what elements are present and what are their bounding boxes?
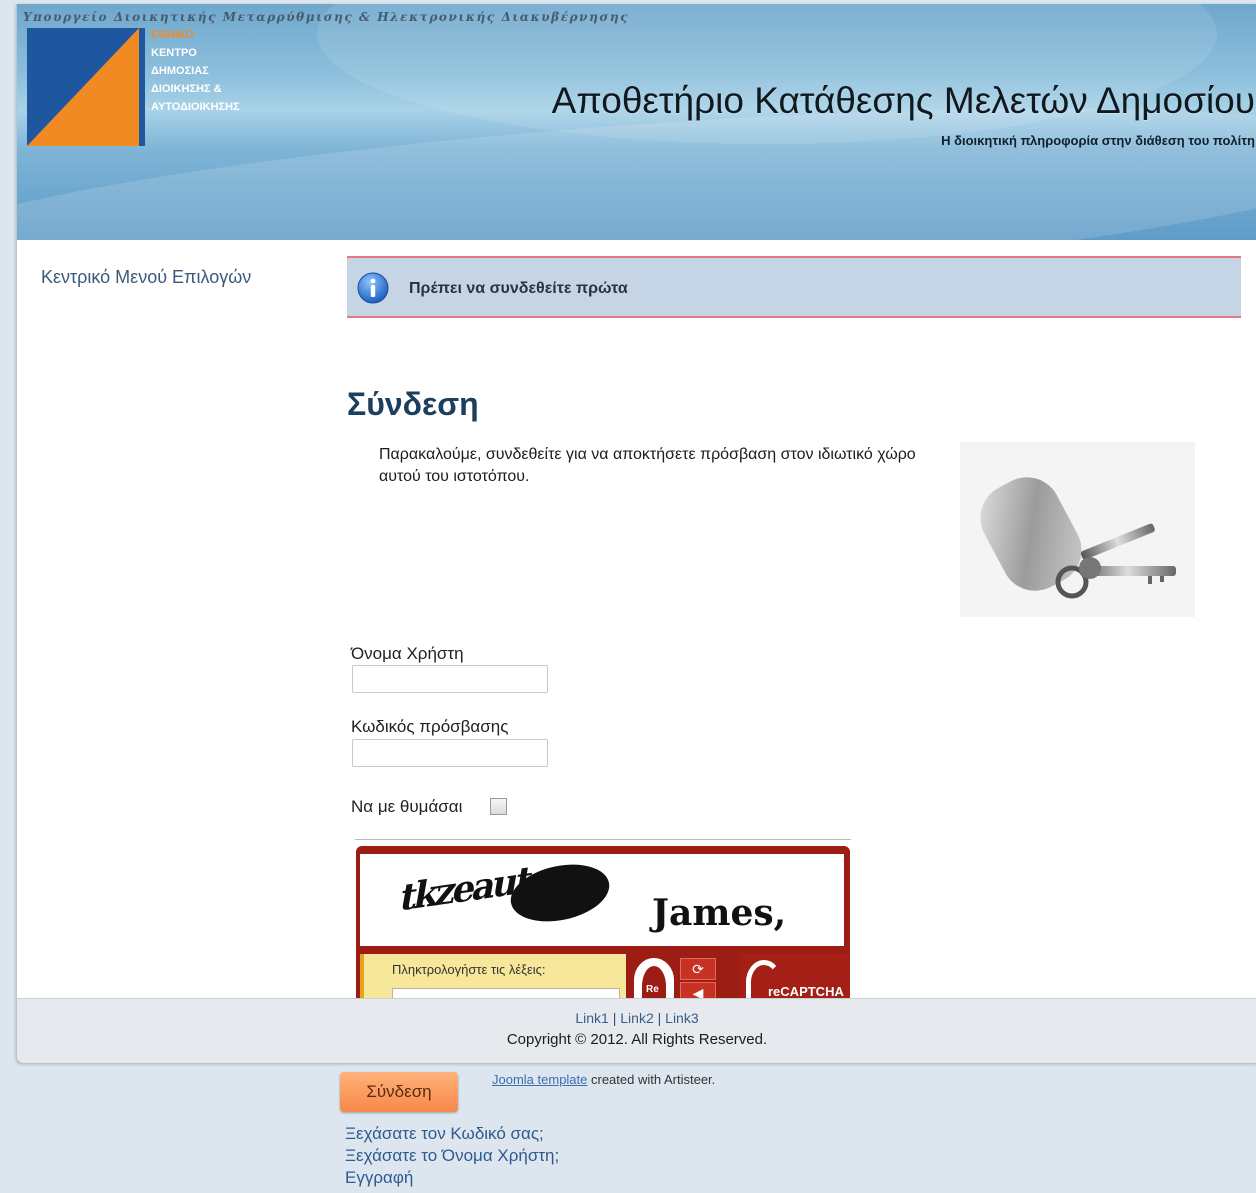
joomla-template-link[interactable]: Joomla template [492, 1072, 587, 1087]
site-slogan: Η διοικητική πληροφορία στην διάθεση του… [941, 133, 1255, 148]
footer-links: Link1 | Link2 | Link3 [17, 1010, 1256, 1026]
register-link[interactable]: Εγγραφή [345, 1168, 413, 1188]
ekdd-logo-icon[interactable] [27, 28, 145, 146]
logo-line: ΑΥΤΟΔΙΟΙΚΗΣΗΣ [151, 101, 240, 113]
message-text: Πρέπει να συνδεθείτε πρώτα [409, 280, 628, 297]
footer-link-3[interactable]: Link3 [665, 1010, 698, 1026]
logo-line: ΕΘΝΙΚΟ [151, 29, 194, 41]
remember-me-label: Να με θυμάσαι [351, 797, 463, 816]
captcha-prompt: Πληκτρολογήστε τις λέξεις: [392, 962, 546, 977]
footer-divider: | [612, 1010, 617, 1026]
password-label: Κωδικός πρόσβασης [351, 717, 509, 736]
recaptcha-widget: tkzeaut James, Πληκτρολογήστε τις λέξεις… [356, 846, 850, 1002]
footer-link-2[interactable]: Link2 [620, 1010, 653, 1026]
login-intro-text: Παρακαλούμε, συνδεθείτε για να αποκτήσετ… [379, 446, 916, 485]
logo-line: ΚΕΝΤΡΟ [151, 47, 197, 59]
logo-line: ΔΙΟΙΚΗΣΗΣ & [151, 83, 222, 95]
site-header: Υπουργείο Διοικητικής Μεταρρύθμισης & Ηλ… [17, 4, 1256, 240]
recaptcha-logo-text: reCAPTCHA [768, 984, 844, 999]
remember-me-checkbox[interactable] [490, 798, 507, 815]
password-input[interactable] [352, 739, 548, 767]
login-submit-button[interactable]: Σύνδεση [340, 1072, 458, 1112]
captcha-response-area: Πληκτρολογήστε τις λέξεις: [360, 954, 626, 1002]
system-message: Πρέπει να συνδεθείτε πρώτα [347, 256, 1241, 318]
re-label: Re [646, 984, 659, 995]
logo-text: ΕΘΝΙΚΟ ΚΕΝΤΡΟ ΔΗΜΟΣΙΑΣ ΔΙΟΙΚΗΣΗΣ & ΑΥΤΟΔ… [151, 26, 240, 116]
page-title: Σύνδεση [347, 386, 479, 422]
forgot-username-link[interactable]: Ξεχάσατε το Όνομα Χρήστη; [345, 1146, 559, 1166]
username-label: Όνομα Χρήστη [351, 644, 464, 663]
info-icon [357, 272, 389, 304]
username-input[interactable] [352, 665, 548, 693]
credit-suffix: created with Artisteer. [587, 1072, 716, 1087]
recaptcha-logo-icon: reCAPTCHA [740, 954, 850, 1002]
captcha-image: tkzeaut James, [360, 854, 844, 946]
site-footer: Link1 | Link2 | Link3 Copyright © 2012. … [17, 998, 1256, 1063]
ministry-name: Υπουργείο Διοικητικής Μεταρρύθμισης & Ηλ… [23, 10, 630, 24]
captcha-word-1: tkzeaut [396, 858, 534, 920]
footer-link-1[interactable]: Link1 [575, 1010, 608, 1026]
recaptcha-small-logo-icon [634, 958, 674, 1002]
separator-line [355, 839, 851, 840]
captcha-word-2: James, [652, 892, 787, 934]
copyright-text: Copyright © 2012. All Rights Reserved. [506, 1031, 768, 1048]
captcha-refresh-icon[interactable]: ⟳ [680, 958, 716, 980]
forgot-password-link[interactable]: Ξεχάσατε τον Κωδικό σας; [345, 1124, 544, 1144]
logo-line: ΔΗΜΟΣΙΑΣ [151, 65, 209, 77]
footer-divider: | [657, 1010, 662, 1026]
template-credit: Joomla template created with Artisteer. [492, 1072, 715, 1087]
page-sheet: Υπουργείο Διοικητικής Μεταρρύθμισης & Ηλ… [16, 4, 1256, 1063]
keys-image [960, 442, 1195, 617]
site-title[interactable]: Αποθετήριο Κατάθεσης Μελετών Δημοσίου [552, 80, 1255, 122]
keys-icon [980, 477, 1176, 599]
sidebar-menu-title: Κεντρικό Μενού Επιλογών [41, 267, 252, 287]
